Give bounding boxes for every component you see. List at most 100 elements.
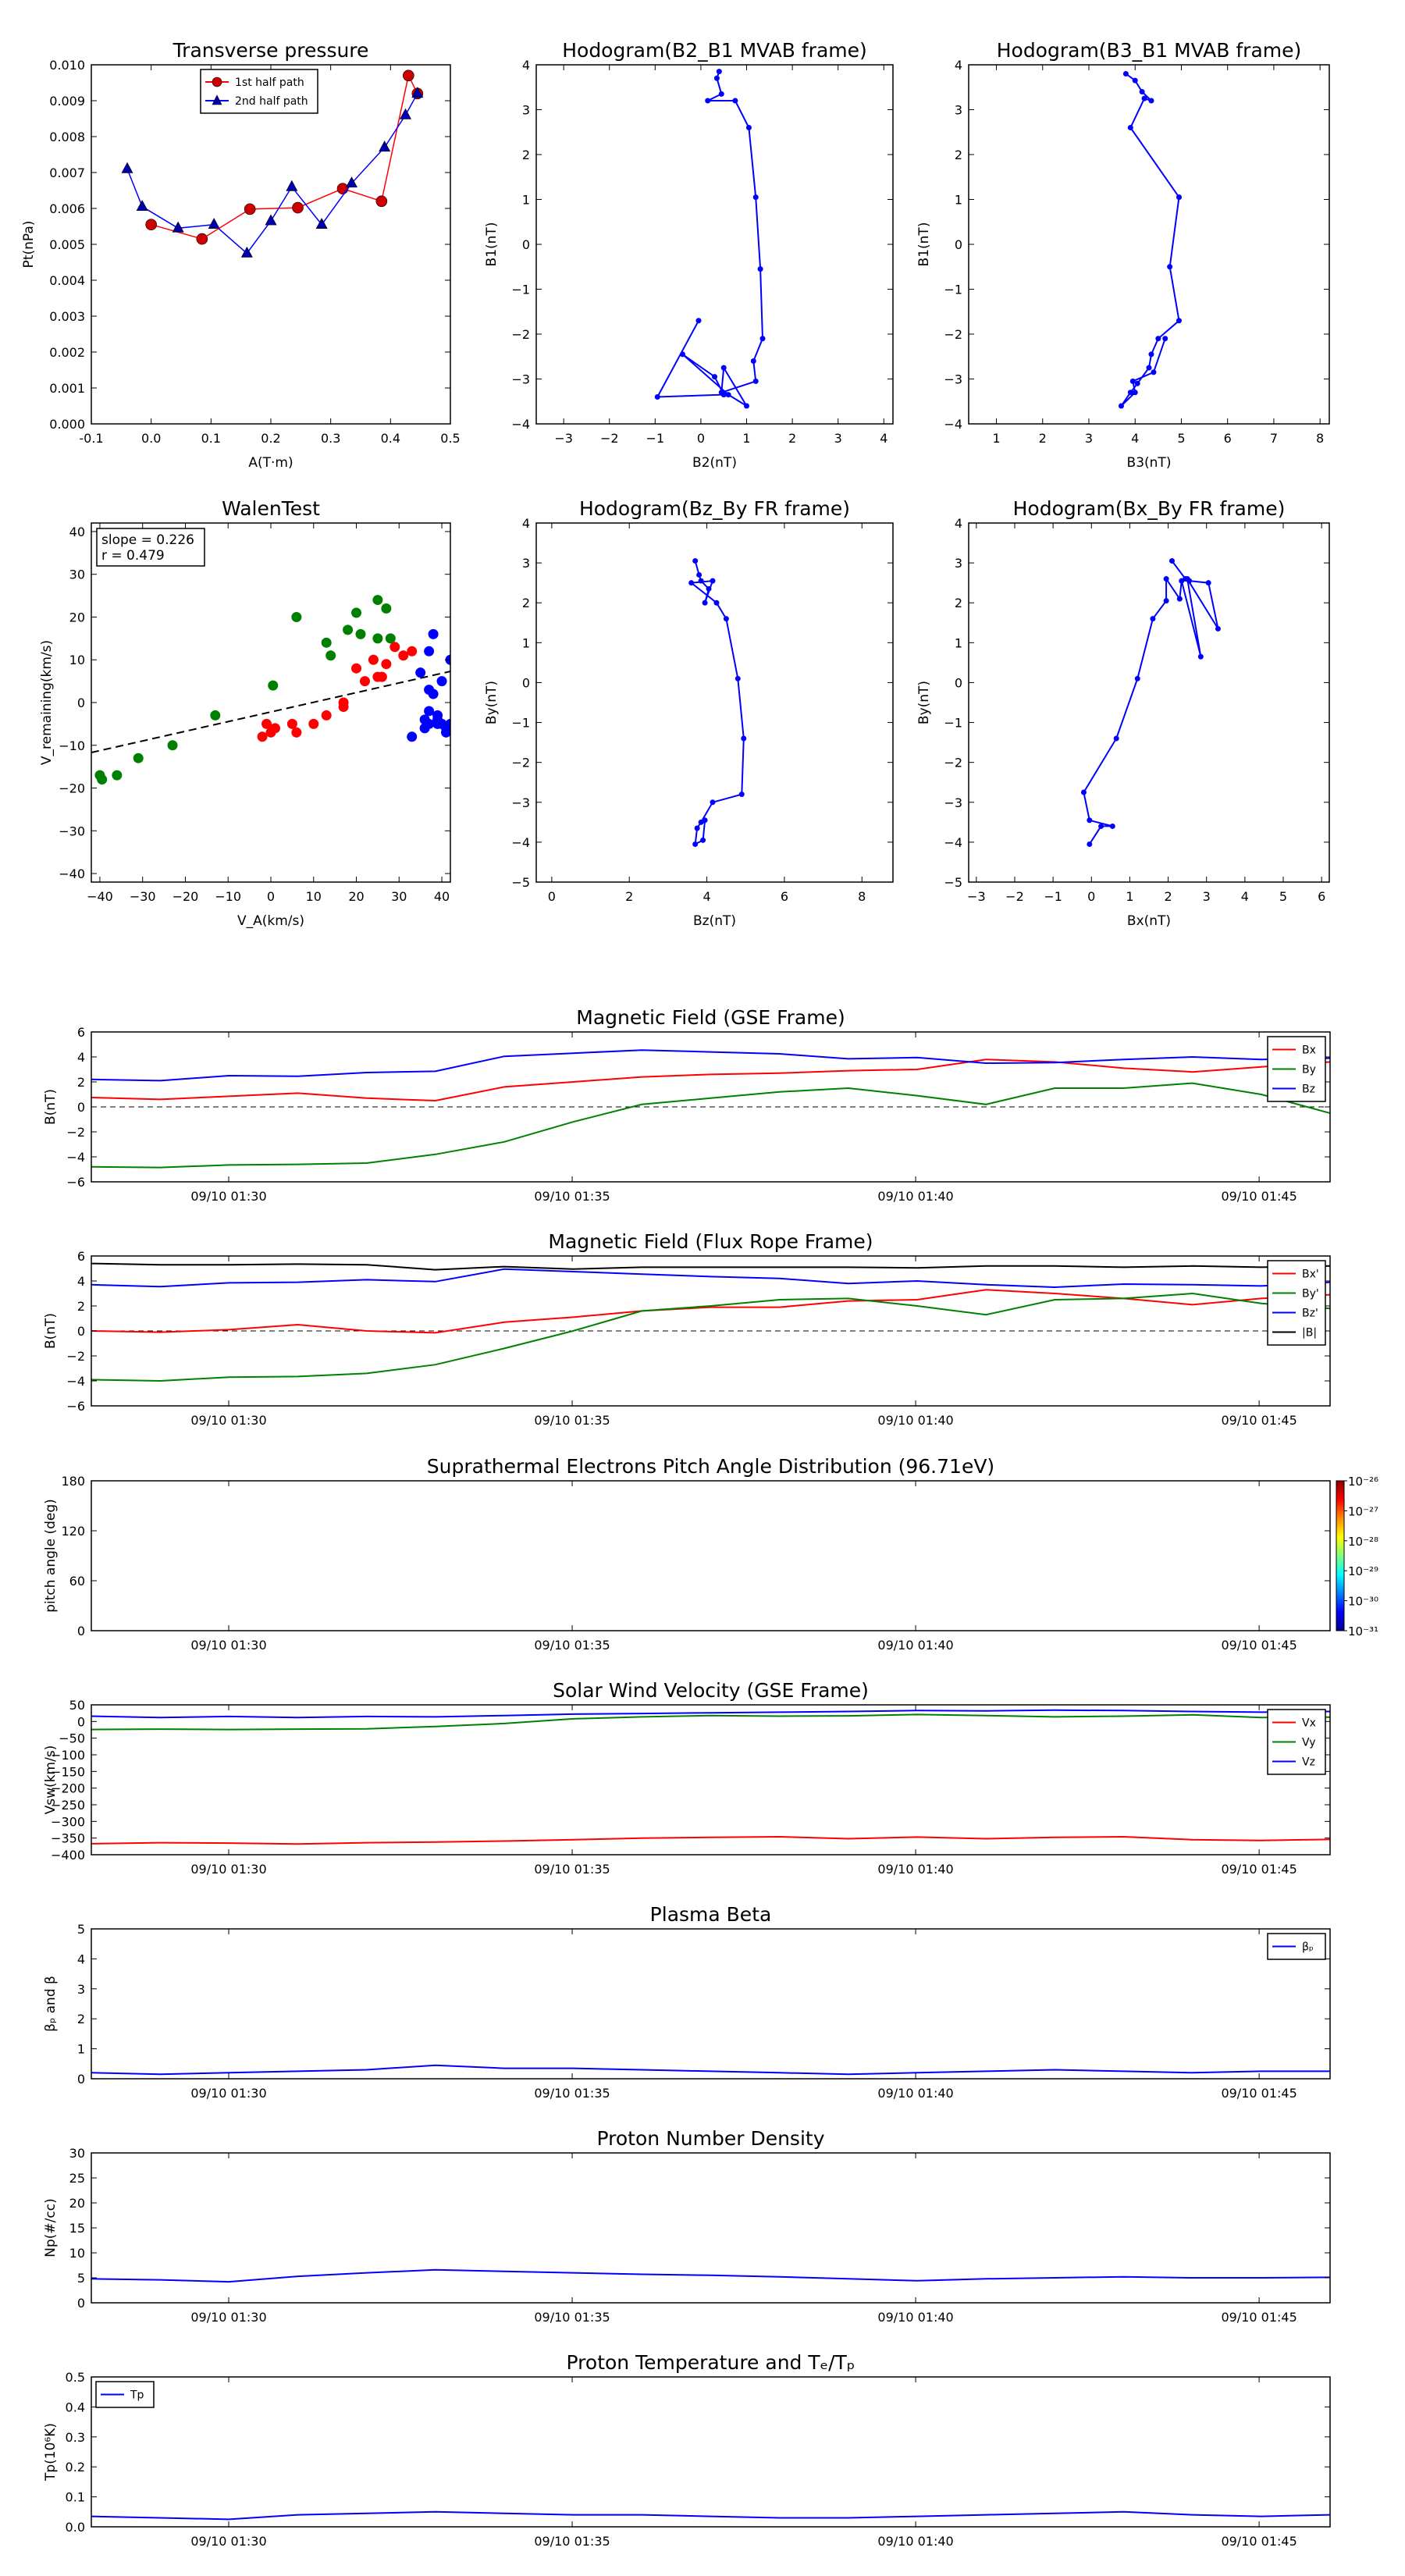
- chart-h1: Hodogram(B2_B1 MVAB frame)−4−3−2−101234−…: [484, 39, 894, 471]
- y-tick-label: 0: [77, 1714, 85, 1729]
- y-tick-label: 3: [522, 103, 530, 118]
- plot-area: [91, 1262, 1330, 1382]
- data-point: [265, 214, 277, 226]
- y-tick-label: 0: [77, 696, 85, 710]
- x-tick-label: 09/10 01:35: [534, 1862, 610, 1877]
- y-tick-label: 180: [61, 1474, 85, 1489]
- series-0: [1118, 71, 1182, 409]
- y-axis-label: Tp(10⁶K): [43, 2423, 59, 2482]
- data-point: [705, 98, 711, 104]
- data-point: [1155, 336, 1161, 342]
- legend-label: Tp: [130, 2389, 144, 2402]
- data-point: [381, 603, 392, 614]
- y-tick-label: 0: [77, 2296, 85, 2311]
- data-point: [757, 266, 763, 272]
- x-axis-label: B2(nT): [692, 455, 737, 471]
- y-axis-label: Pt(nPa): [21, 221, 37, 269]
- x-tick-label: 09/10 01:30: [190, 1862, 266, 1877]
- y-tick-label: 1: [955, 635, 962, 650]
- data-point: [1113, 735, 1119, 742]
- legend-label: Vx: [1302, 1717, 1316, 1730]
- y-tick-label: 2: [522, 596, 530, 610]
- x-tick-label: 1: [992, 431, 1000, 446]
- x-tick-label: 09/10 01:40: [877, 1189, 953, 1204]
- x-tick-label: 09/10 01:30: [190, 1189, 266, 1204]
- x-tick-label: 09/10 01:30: [190, 2534, 266, 2549]
- legend-label: By: [1302, 1064, 1316, 1076]
- y-tick-label: 1: [77, 2042, 85, 2057]
- x-tick-label: 8: [1316, 431, 1324, 446]
- legend-label: Bz': [1302, 1308, 1318, 1320]
- data-point: [732, 98, 738, 104]
- y-tick-label: 0: [77, 1624, 85, 1638]
- data-point: [1141, 95, 1147, 101]
- y-tick-label: 3: [955, 103, 962, 118]
- data-point: [336, 183, 349, 194]
- chart-title: WalenTest: [222, 497, 320, 520]
- y-tick-label: −3: [511, 372, 530, 387]
- y-tick-label: −2: [511, 327, 530, 342]
- data-point: [716, 69, 722, 75]
- series-line: [91, 2510, 1330, 2521]
- axes-frame: [91, 2152, 1331, 2304]
- colorbar-label: 10⁻²⁸: [1348, 1535, 1378, 1549]
- data-point: [399, 108, 412, 119]
- chart-title: Transverse pressure: [173, 39, 369, 62]
- x-tick-label: 09/10 01:40: [877, 1862, 953, 1877]
- y-axis-label: By(nT): [484, 681, 500, 724]
- data-point: [121, 162, 133, 173]
- data-point: [385, 633, 396, 644]
- x-tick-label: 09/10 01:30: [190, 2086, 266, 2101]
- data-point: [210, 710, 221, 720]
- data-point: [355, 628, 366, 639]
- y-tick-label: 0: [77, 2072, 85, 2087]
- data-point: [698, 578, 704, 584]
- chart-tp: Transverse pressure0.0000.0010.0020.0030…: [21, 39, 461, 471]
- data-point: [172, 221, 184, 233]
- y-axis: 0 60 120 180: [61, 1474, 1330, 1638]
- y-tick-label: 0.009: [49, 94, 85, 109]
- data-point: [145, 219, 157, 231]
- y-tick-label: −400: [51, 1848, 85, 1863]
- y-axis-label: V_remaining(km/s): [39, 640, 55, 765]
- data-point: [372, 595, 383, 606]
- data-point: [695, 318, 702, 324]
- y-tick-label: 5: [77, 1922, 85, 1937]
- legend: Tp: [95, 2381, 155, 2408]
- x-axis-label: Bx(nT): [1127, 913, 1171, 929]
- series-0: [91, 2268, 1330, 2283]
- data-point: [692, 841, 699, 847]
- y-tick-label: 4: [77, 1952, 85, 1966]
- data-point: [424, 718, 435, 729]
- axes-frame: [91, 1928, 1331, 2080]
- y-tick-label: −300: [51, 1814, 85, 1829]
- y-tick-label: −6: [66, 1175, 85, 1190]
- y-axis: −5 −4 −3 −2 −1 0 1 2 3 4: [511, 516, 893, 890]
- series-line: [91, 1262, 1330, 1271]
- x-tick-label: −2: [600, 431, 619, 446]
- data-point: [696, 571, 702, 578]
- x-tick-label: 3: [1203, 889, 1211, 904]
- data-point: [700, 837, 706, 843]
- y-axis: 0 5 10 15 20 25 30: [69, 2146, 1330, 2311]
- x-tick-label: 0: [1087, 889, 1095, 904]
- y-tick-label: −350: [51, 1831, 85, 1846]
- chart-mf_gse: Magnetic Field (GSE Frame) −6 −4 −2 0 2 4 6 09/1…: [43, 1006, 1331, 1204]
- chart-vsw: Solar Wind Velocity (GSE Frame) −400 −350 −…: [43, 1679, 1331, 1877]
- plot-area: [91, 595, 450, 785]
- x-tick-label: 2: [1164, 889, 1172, 904]
- x-axis: 0 2 4 6 8: [548, 523, 866, 904]
- chart-title: Hodogram(Bz_By FR frame): [579, 497, 850, 520]
- x-tick-label: 4: [1241, 889, 1249, 904]
- data-point: [706, 585, 712, 592]
- data-point: [713, 600, 720, 606]
- series-Bz: [91, 1049, 1330, 1082]
- y-tick-label: −1: [511, 716, 530, 731]
- data-point: [702, 817, 708, 824]
- y-tick-label: 0.2: [66, 2460, 85, 2475]
- y-tick-label: 0.000: [49, 417, 85, 432]
- y-tick-label: 0: [77, 1100, 85, 1115]
- series-line: [1083, 560, 1219, 845]
- chart-beta: Plasma Beta01234509/10 01:30 09/10 01:35 0…: [43, 1903, 1331, 2101]
- data-point: [424, 706, 435, 717]
